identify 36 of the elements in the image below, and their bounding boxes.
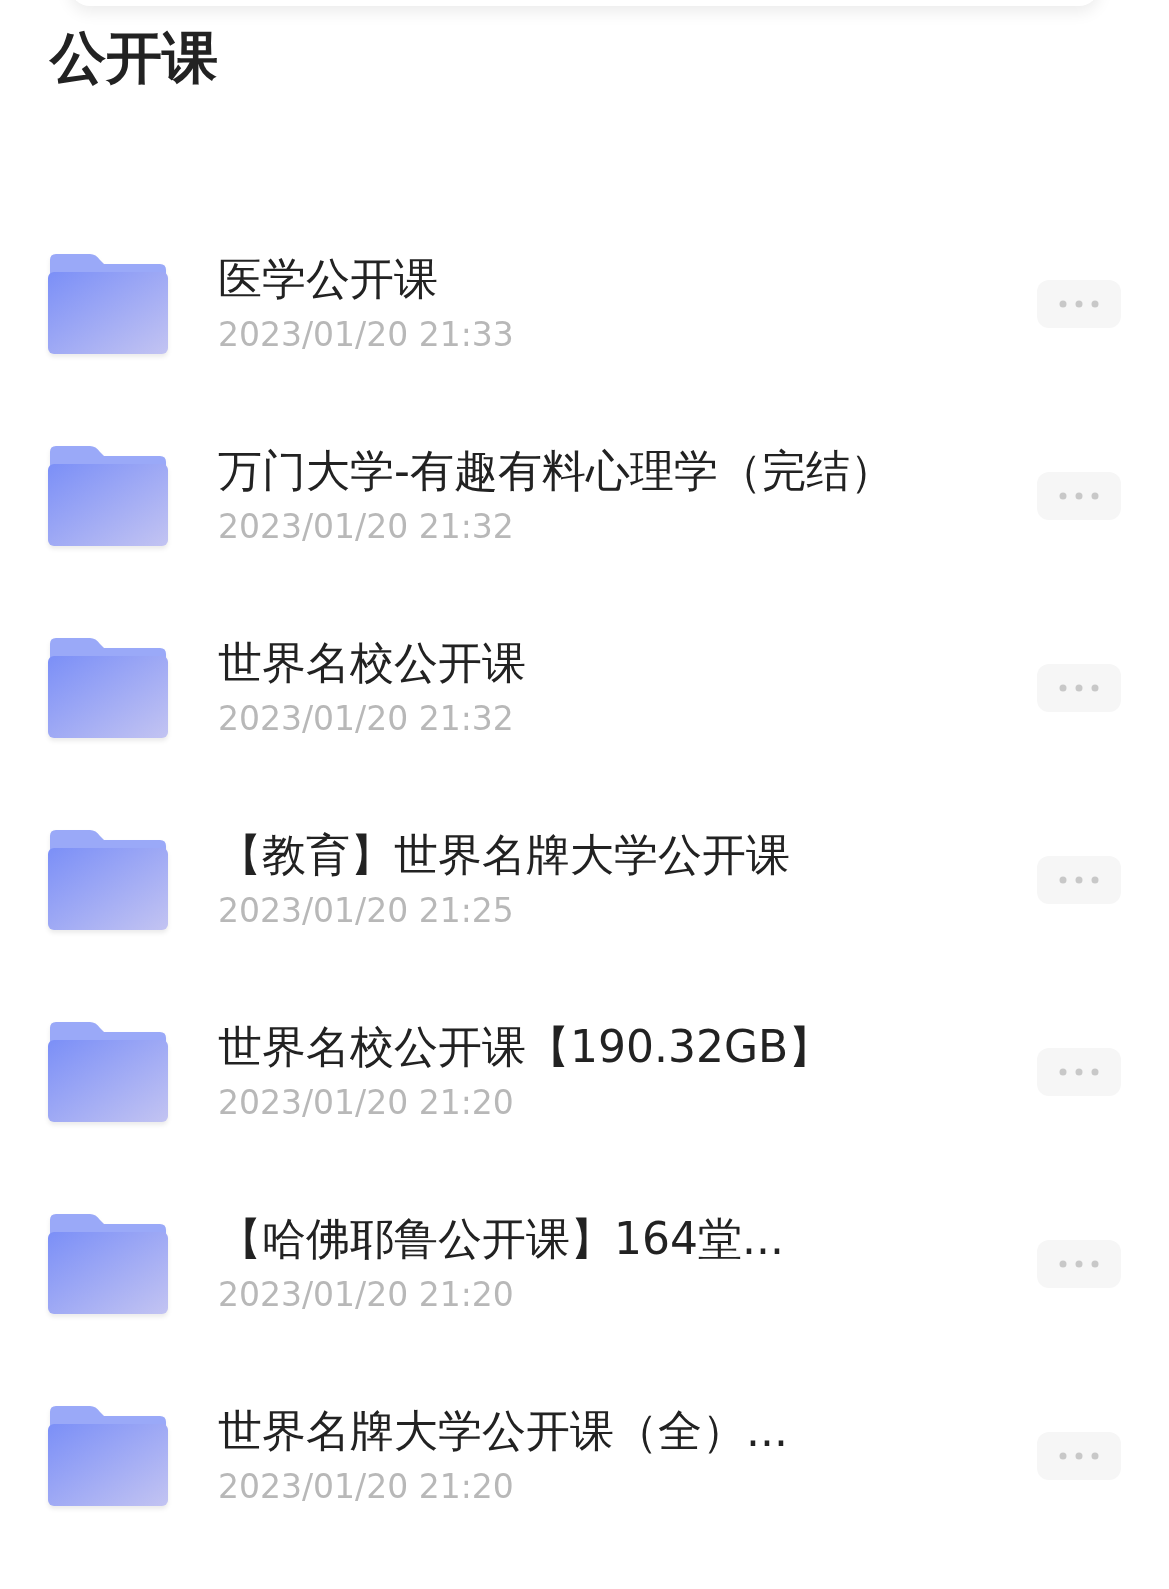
more-button[interactable] bbox=[1037, 1240, 1121, 1288]
more-icon bbox=[1059, 684, 1099, 692]
folder-name[interactable]: 世界名校公开课【190.32GB】 bbox=[218, 1019, 1037, 1075]
folder-name[interactable]: 世界名校公开课 bbox=[218, 635, 1037, 691]
folder-name[interactable]: 【哈佛耶鲁公开课】164堂... bbox=[218, 1211, 1037, 1267]
folder-icon bbox=[48, 254, 168, 354]
more-icon bbox=[1059, 300, 1099, 308]
more-icon bbox=[1059, 1260, 1099, 1268]
modified-date: 2023/01/20 21:20 bbox=[218, 1082, 515, 1124]
more-icon bbox=[1059, 1452, 1099, 1460]
page-title: 公开课 bbox=[50, 24, 219, 92]
modified-date: 2023/01/20 21:20 bbox=[218, 1274, 515, 1316]
more-icon bbox=[1059, 876, 1099, 884]
folder-name[interactable]: 万门大学-有趣有料心理学（完结） bbox=[218, 443, 1037, 499]
folder-icon bbox=[48, 1214, 168, 1314]
more-button[interactable] bbox=[1037, 280, 1121, 328]
modified-date: 2023/01/20 21:25 bbox=[218, 890, 515, 932]
more-icon bbox=[1059, 1068, 1099, 1076]
folder-name[interactable]: 【教育】世界名牌大学公开课 bbox=[218, 827, 1037, 883]
folder-icon bbox=[48, 1406, 168, 1506]
folder-icon bbox=[48, 638, 168, 738]
folder-icon bbox=[48, 830, 168, 930]
folder-name[interactable]: 医学公开课 bbox=[218, 251, 1037, 307]
modified-date: 2023/01/20 21:33 bbox=[218, 314, 515, 356]
more-button[interactable] bbox=[1037, 472, 1121, 520]
modified-date: 2023/01/20 21:32 bbox=[218, 506, 515, 548]
modified-date: 2023/01/20 21:32 bbox=[218, 698, 515, 740]
modified-date: 2023/01/20 21:20 bbox=[218, 1466, 515, 1508]
folder-name[interactable]: 世界名牌大学公开课（全）... bbox=[218, 1403, 1037, 1459]
folder-icon bbox=[48, 446, 168, 546]
more-button[interactable] bbox=[1037, 1048, 1121, 1096]
more-button[interactable] bbox=[1037, 856, 1121, 904]
more-icon bbox=[1059, 492, 1099, 500]
folder-icon bbox=[48, 1022, 168, 1122]
more-button[interactable] bbox=[1037, 1432, 1121, 1480]
more-button[interactable] bbox=[1037, 664, 1121, 712]
